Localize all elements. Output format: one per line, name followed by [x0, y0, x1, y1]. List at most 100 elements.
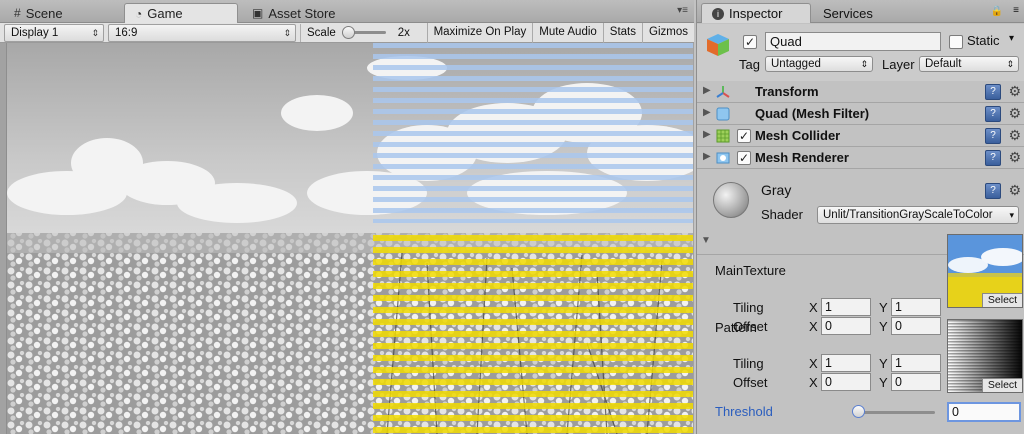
pattern-offset-y-field[interactable]: 0 — [891, 373, 941, 391]
lock-icon[interactable]: 🔒 — [991, 6, 1003, 17]
component-enabled-checkbox[interactable]: ✓ — [737, 129, 751, 143]
panel-menu-icon[interactable]: ▾≡ — [677, 5, 688, 16]
main-texture-label: MainTexture — [715, 263, 786, 278]
main-offset-x-field[interactable]: 0 — [821, 317, 871, 335]
gear-icon[interactable]: ⚙ — [1008, 149, 1021, 166]
tab-services-label: Services — [823, 5, 873, 21]
help-book-icon[interactable]: ? — [985, 128, 1001, 144]
static-dropdown-arrow-icon[interactable]: ▾ — [1009, 33, 1014, 44]
scale-slider[interactable] — [341, 26, 386, 39]
game-toolbar: Display 1 ⇕ 16:9 ⇕ Scale 2x Maximize On … — [0, 22, 694, 43]
scale-slider-knob[interactable] — [341, 26, 355, 39]
help-book-icon[interactable]: ? — [985, 106, 1001, 122]
main-tiling-x-field[interactable]: 1 — [821, 298, 871, 316]
shader-label: Shader — [761, 207, 803, 222]
tab-asset-store-label: Asset Store — [268, 5, 336, 21]
aspect-dropdown[interactable]: 16:9 ⇕ — [108, 23, 296, 42]
tab-services[interactable]: Services — [813, 3, 883, 23]
tab-inspector-label: Inspector — [729, 6, 783, 21]
pattern-offset-x-field[interactable]: 0 — [821, 373, 871, 391]
component-transform[interactable]: ▶ Transform ? ⚙ — [697, 81, 1024, 103]
y-label: Y — [879, 375, 888, 390]
active-checkbox[interactable]: ✓ — [743, 35, 757, 49]
gear-icon[interactable]: ⚙ — [1008, 83, 1021, 100]
component-mesh-filter[interactable]: ▶ Quad (Mesh Filter) ? ⚙ — [697, 103, 1024, 125]
foldout-arrow-icon[interactable]: ▶ — [703, 107, 711, 118]
help-book-icon[interactable]: ? — [985, 84, 1001, 100]
display-value: Display 1 — [11, 26, 59, 39]
help-book-icon[interactable]: ? — [985, 150, 1001, 166]
component-enabled-checkbox[interactable]: ✓ — [737, 151, 751, 165]
inspector-tab-bar: i Inspector Services 🔒 ≡ — [697, 0, 1024, 23]
gizmos-button[interactable]: Gizmos — [642, 22, 694, 43]
maximize-on-play-button[interactable]: Maximize On Play — [426, 22, 533, 43]
layer-dropdown[interactable]: Default ⇕ — [919, 56, 1019, 72]
tag-dropdown[interactable]: Untagged ⇕ — [765, 56, 873, 72]
grid-icon: # — [14, 6, 21, 20]
static-checkbox[interactable] — [949, 35, 963, 49]
tab-scene[interactable]: # Scene — [4, 3, 73, 23]
game-render — [7, 43, 693, 434]
left-tab-bar: # Scene ◔ Game ▣ Asset Store ▾≡ — [0, 0, 694, 23]
shader-dropdown[interactable]: Unlit/TransitionGrayScaleToColor ▾ — [817, 206, 1019, 224]
component-mesh-collider[interactable]: ▶ ✓ Mesh Collider ? ⚙ — [697, 125, 1024, 147]
tiling-label: Tiling — [733, 300, 764, 315]
scale-label: Scale — [307, 26, 336, 39]
gear-icon[interactable]: ⚙ — [1008, 127, 1021, 144]
material-preview-icon[interactable] — [713, 182, 749, 218]
tab-game[interactable]: ◔ Game — [124, 3, 238, 23]
gameobject-cube-icon — [707, 34, 729, 56]
main-texture-slot[interactable]: Select — [947, 234, 1023, 308]
updown-arrow-icon: ⇕ — [283, 27, 291, 38]
layer-value: Default — [925, 58, 962, 70]
pattern-tiling-y-field[interactable]: 1 — [891, 354, 941, 372]
store-bag-icon: ▣ — [252, 6, 264, 20]
mesh-filter-icon — [716, 107, 730, 121]
tiling-label: Tiling — [733, 356, 764, 371]
layer-label: Layer — [882, 57, 915, 72]
material-properties: MainTexture Tiling X 1 Y 1 Offset X 0 Y … — [697, 234, 1024, 434]
transform-icon — [716, 86, 730, 98]
tab-asset-store[interactable]: ▣ Asset Store — [242, 3, 346, 23]
pattern-tiling-x-field[interactable]: 1 — [821, 354, 871, 372]
updown-arrow-icon: ⇕ — [860, 59, 868, 69]
pacman-icon: ◔ — [135, 6, 143, 21]
threshold-slider-knob[interactable] — [852, 405, 865, 418]
foldout-arrow-icon[interactable]: ▶ — [703, 85, 711, 96]
texture-select-button[interactable]: Select — [982, 293, 1022, 307]
pattern-texture-slot[interactable]: Select — [947, 319, 1023, 393]
game-viewport[interactable] — [6, 43, 693, 434]
tab-inspector[interactable]: i Inspector — [701, 3, 811, 23]
stats-button[interactable]: Stats — [602, 22, 642, 43]
component-name: Mesh Collider — [755, 128, 841, 143]
foldout-arrow-icon[interactable]: ▶ — [703, 151, 711, 162]
main-tiling-y-field[interactable]: 1 — [891, 298, 941, 316]
component-mesh-renderer[interactable]: ▶ ✓ Mesh Renderer ? ⚙ — [697, 147, 1024, 169]
pattern-label: Pattern — [715, 320, 757, 335]
offset-label: Offset — [733, 375, 768, 390]
material-name: Gray — [761, 182, 792, 198]
updown-arrow-icon: ⇕ — [91, 27, 99, 38]
tab-game-label: Game — [147, 6, 183, 21]
threshold-value-field[interactable]: 0 — [947, 402, 1021, 422]
x-label: X — [809, 356, 818, 371]
info-icon: i — [712, 7, 724, 20]
tag-label: Tag — [739, 57, 760, 72]
object-name-field[interactable]: Quad — [765, 32, 941, 51]
display-dropdown[interactable]: Display 1 ⇕ — [4, 23, 104, 42]
foldout-arrow-icon[interactable]: ▶ — [703, 129, 711, 140]
mute-audio-button[interactable]: Mute Audio — [532, 22, 603, 43]
inspector-panel: i Inspector Services 🔒 ≡ ✓ Quad Static ▾… — [696, 0, 1024, 434]
gear-icon[interactable]: ⚙ — [1008, 182, 1021, 199]
mesh-renderer-icon — [716, 152, 730, 164]
texture-select-button[interactable]: Select — [982, 378, 1022, 392]
threshold-slider[interactable] — [857, 411, 935, 414]
panel-menu-icon[interactable]: ≡ — [1013, 5, 1019, 16]
foldout-arrow-icon[interactable]: ▼ — [701, 235, 711, 246]
main-offset-y-field[interactable]: 0 — [891, 317, 941, 335]
y-label: Y — [879, 319, 888, 334]
gear-icon[interactable]: ⚙ — [1008, 105, 1021, 122]
component-name: Mesh Renderer — [755, 150, 849, 165]
tab-scene-label: Scene — [25, 5, 63, 21]
help-book-icon[interactable]: ? — [985, 183, 1001, 199]
